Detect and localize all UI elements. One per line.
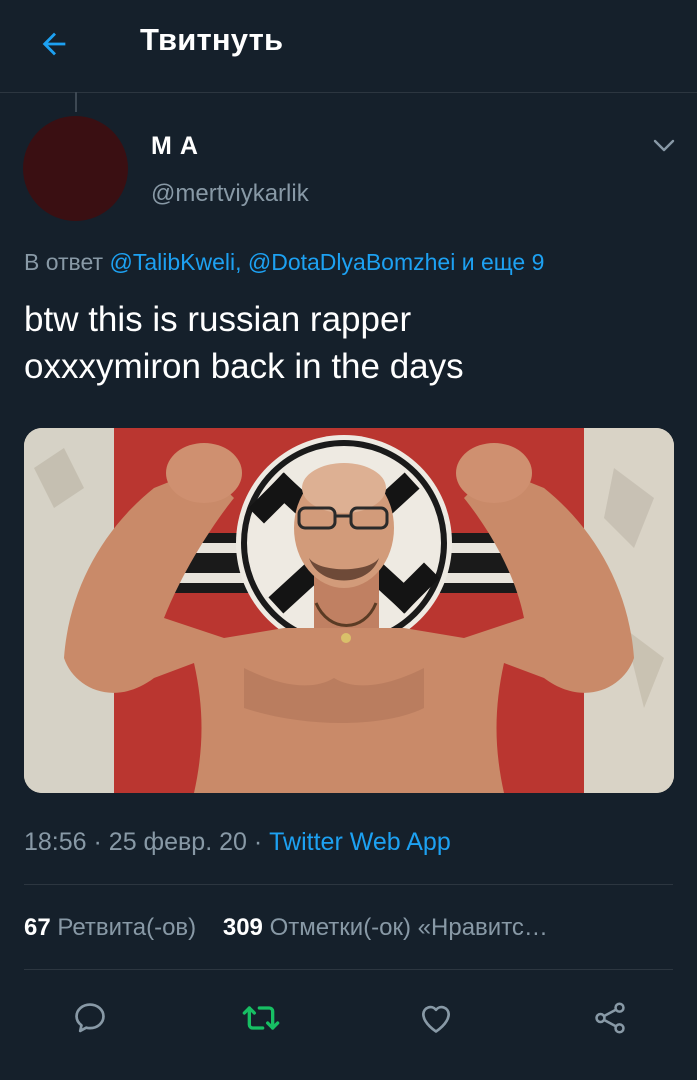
photo-image <box>24 428 674 793</box>
author-handle[interactable]: @mertviykarlik <box>151 180 309 208</box>
separator-dot: · <box>253 828 263 856</box>
tweet-date: 25 февр. 20 <box>108 828 247 856</box>
tweet-actions-bar <box>0 990 697 1046</box>
reply-context: В ответ @TalibKweli, @DotaDlyaBomzhei и … <box>24 249 544 276</box>
tweet-time: 18:56 <box>24 828 87 856</box>
divider <box>24 969 673 970</box>
author-name[interactable]: M A <box>151 132 199 161</box>
tweet-text: btw this is russian rapper oxxxymiron ba… <box>24 296 664 390</box>
top-bar: Твитнуть <box>0 0 697 93</box>
retweets-label: Ретвита(-ов) <box>57 914 197 941</box>
reply-button[interactable] <box>62 990 118 1046</box>
retweets-count: 67 <box>24 914 51 941</box>
back-button[interactable] <box>30 20 78 68</box>
retweet-button[interactable] <box>233 990 289 1046</box>
avatar[interactable] <box>23 116 128 221</box>
tweet-text-line: oxxxymiron back in the days <box>24 347 464 386</box>
tweet-stats: 67 Ретвита(-ов) 309 Отметки(-ок) «Нравит… <box>24 914 548 942</box>
tweet-menu-button[interactable] <box>648 132 680 160</box>
mention-link[interactable]: @DotaDlyaBomzhei <box>248 249 455 275</box>
share-icon <box>595 1002 625 1034</box>
retweet-icon <box>242 1006 280 1030</box>
tweet-text-line: btw this is russian rapper <box>24 300 412 339</box>
likes-count: 309 <box>222 914 263 941</box>
more-mentions-link[interactable]: и еще 9 <box>462 249 545 275</box>
page-title: Твитнуть <box>140 22 284 57</box>
tweet-photo[interactable] <box>24 428 674 793</box>
reply-bubble-icon <box>75 1003 105 1033</box>
tweet-source-link[interactable]: Twitter Web App <box>269 828 451 856</box>
reply-prefix: В ответ <box>24 249 104 275</box>
separator-dot: · <box>93 828 102 856</box>
mention-link[interactable]: @TalibKweli, <box>109 249 241 275</box>
arrow-left-icon <box>42 32 66 56</box>
tweet-detail-screen: Твитнуть M A @mertviykarlik В ответ @Tal… <box>0 0 697 1080</box>
retweets-stat[interactable]: 67 Ретвита(-ов) <box>24 914 203 941</box>
heart-icon <box>421 1005 451 1033</box>
thread-connector-line <box>75 92 77 112</box>
like-button[interactable] <box>408 990 464 1046</box>
divider <box>24 884 673 885</box>
likes-label: Отметки(-ок) «Нравитс… <box>269 914 548 941</box>
tweet-metadata: 18:56 · 25 февр. 20 · Twitter Web App <box>24 828 451 857</box>
likes-stat[interactable]: 309 Отметки(-ок) «Нравитс… <box>223 914 548 941</box>
share-button[interactable] <box>582 990 638 1046</box>
chevron-down-icon <box>653 139 675 152</box>
